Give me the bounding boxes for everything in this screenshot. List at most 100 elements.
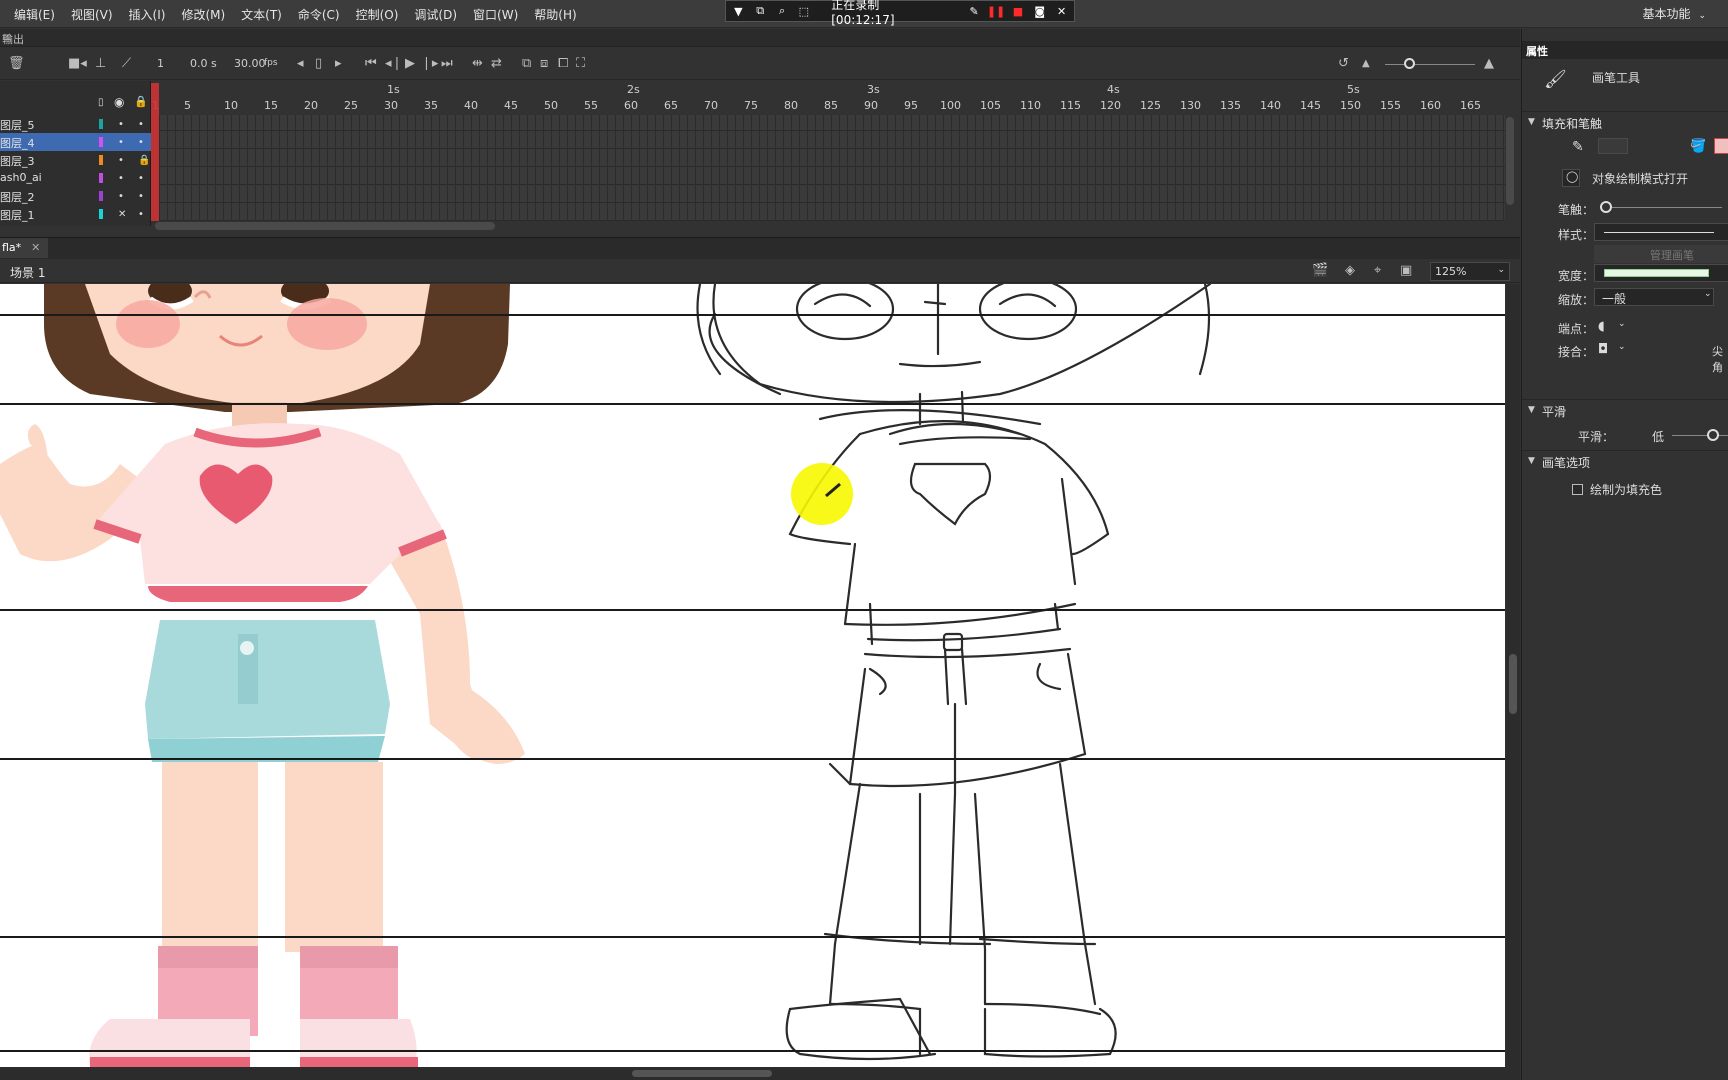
timeline-vertical-scrollbar[interactable] bbox=[1506, 117, 1514, 205]
layer-row[interactable]: ash0_ai • • bbox=[0, 169, 151, 187]
smooth-section[interactable]: ▼ 平滑 bbox=[1522, 399, 1728, 421]
visibility-dot-icon[interactable]: • bbox=[118, 191, 124, 202]
menu-text[interactable]: 文本(T) bbox=[233, 6, 290, 23]
lock-dot-icon[interactable]: • bbox=[138, 173, 144, 184]
stroke-color-swatch[interactable] bbox=[1598, 138, 1628, 154]
modify-markers-icon[interactable]: ⛶ bbox=[576, 56, 585, 71]
fill-color-checkbox[interactable] bbox=[1572, 484, 1583, 495]
small-frames-icon[interactable]: ▲ bbox=[1362, 58, 1370, 69]
layer-row[interactable]: 图层_4 • • bbox=[0, 133, 151, 151]
layer-name[interactable]: 图层_5 bbox=[0, 117, 35, 133]
stroke-slider[interactable] bbox=[1602, 207, 1722, 208]
large-frames-icon[interactable]: ▲ bbox=[1484, 56, 1494, 71]
layer-row[interactable]: 图层_3 • 🔒 bbox=[0, 151, 151, 169]
workspace-switcher[interactable]: 基本功能 ⌄ bbox=[1642, 0, 1706, 28]
next-keyframe-icon[interactable]: ▸ bbox=[335, 56, 342, 71]
edit-multiple-frames-icon[interactable]: ⧠ bbox=[558, 56, 568, 71]
clapper-icon[interactable]: 🎬 bbox=[1312, 263, 1328, 278]
dropdown-arrow-icon[interactable]: ▼ bbox=[732, 5, 745, 18]
pencil-stroke-icon[interactable]: ✎ bbox=[1572, 139, 1584, 155]
layer-row[interactable]: 图层_2 • • bbox=[0, 187, 151, 205]
properties-tab[interactable]: 属性 bbox=[1526, 43, 1548, 59]
fill-stroke-section[interactable]: ▼ 填充和笔触 bbox=[1522, 111, 1728, 133]
layer-name[interactable]: 图层_4 bbox=[0, 135, 35, 151]
document-tab[interactable]: fla* ✕ bbox=[0, 238, 49, 258]
menu-edit[interactable]: 编辑(E) bbox=[6, 6, 63, 23]
layer-name[interactable]: 图层_2 bbox=[0, 189, 35, 205]
frame-ruler[interactable]: 1s2s3s4s5s151015202530354045505560657075… bbox=[151, 81, 1520, 115]
panel-menu-icon[interactable]: ≡ bbox=[2, 30, 1518, 44]
frame-grid[interactable] bbox=[159, 115, 1505, 221]
onion-skin-icon[interactable]: ⧉ bbox=[522, 56, 531, 71]
current-time[interactable]: 0.0 s bbox=[190, 57, 217, 70]
menu-help[interactable]: 帮助(H) bbox=[526, 6, 584, 23]
stroke-slider-knob[interactable] bbox=[1600, 201, 1612, 213]
go-to-last-icon[interactable]: ⏭ bbox=[441, 56, 453, 71]
window-restore-icon[interactable]: ⧉ bbox=[754, 4, 767, 18]
play-icon[interactable]: ▶ bbox=[405, 56, 415, 71]
menu-debug[interactable]: 调试(D) bbox=[406, 6, 465, 23]
smooth-slider-knob[interactable] bbox=[1707, 429, 1719, 441]
scroll-thumb[interactable] bbox=[1509, 654, 1517, 714]
scroll-thumb[interactable] bbox=[632, 1070, 772, 1077]
highlight-all-icon[interactable]: ▯ bbox=[98, 97, 104, 108]
layer-name[interactable]: 图层_1 bbox=[0, 207, 35, 223]
hidden-icon[interactable]: ✕ bbox=[118, 209, 126, 220]
lock-dot-icon[interactable]: • bbox=[138, 119, 144, 130]
chevron-down-icon[interactable]: ⌄ bbox=[1618, 342, 1626, 352]
stage-horizontal-scrollbar[interactable] bbox=[0, 1067, 1520, 1080]
layer-name[interactable]: ash0_ai bbox=[0, 171, 42, 184]
fill-color-swatch[interactable] bbox=[1714, 138, 1728, 154]
scene-label[interactable]: 场景 1 bbox=[10, 264, 45, 281]
camera-layer-icon[interactable]: ■◂ bbox=[68, 56, 87, 71]
step-forward-icon[interactable]: ❘▸ bbox=[421, 56, 438, 71]
pen-icon[interactable]: ✎ bbox=[968, 5, 981, 18]
menu-modify[interactable]: 修改(M) bbox=[173, 6, 233, 23]
menu-control[interactable]: 控制(O) bbox=[348, 6, 407, 23]
layer-color-swatch[interactable] bbox=[99, 137, 103, 147]
menu-commands[interactable]: 命令(C) bbox=[290, 6, 348, 23]
timeline-horizontal-scrollbar[interactable] bbox=[155, 222, 495, 230]
menu-view[interactable]: 视图(V) bbox=[63, 6, 121, 23]
layer-color-swatch[interactable] bbox=[99, 209, 103, 219]
step-back-icon[interactable]: ◂❘ bbox=[385, 56, 402, 71]
menu-window[interactable]: 窗口(W) bbox=[465, 6, 526, 23]
symbol-icon[interactable]: ◈ bbox=[1345, 263, 1355, 278]
go-to-first-icon[interactable]: ⏮ bbox=[365, 56, 377, 71]
playhead[interactable] bbox=[151, 83, 159, 221]
layer-color-swatch[interactable] bbox=[99, 155, 103, 165]
visibility-dot-icon[interactable]: • bbox=[118, 173, 124, 184]
lock-dot-icon[interactable]: • bbox=[138, 209, 144, 220]
brush-options-section[interactable]: ▼ 画笔选项 bbox=[1522, 450, 1728, 472]
onion-outline-icon[interactable]: ⧈ bbox=[540, 56, 548, 71]
parent-view-icon[interactable]: ⊥ bbox=[95, 56, 106, 71]
close-tab-icon[interactable]: ✕ bbox=[31, 241, 40, 254]
loop-icon[interactable]: ⇄ bbox=[491, 56, 502, 71]
zoom-select[interactable]: 125% ⌄ bbox=[1430, 262, 1510, 281]
center-stage-icon[interactable]: ⌖ bbox=[1374, 263, 1381, 278]
trash-icon[interactable]: 🗑 bbox=[8, 56, 25, 71]
layer-row[interactable]: 图层_5 • • bbox=[0, 115, 151, 133]
region-select-icon[interactable]: ⬚ bbox=[797, 5, 810, 18]
layer-color-swatch[interactable] bbox=[99, 173, 103, 183]
close-icon[interactable]: ✕ bbox=[1055, 5, 1068, 18]
paint-bucket-icon[interactable]: 🪣 bbox=[1690, 139, 1706, 154]
stage-canvas[interactable] bbox=[0, 284, 1505, 1067]
lock-icon[interactable]: 🔒 bbox=[138, 155, 150, 166]
layer-name[interactable]: 图层_3 bbox=[0, 153, 35, 169]
frame-size-knob[interactable] bbox=[1404, 58, 1415, 69]
frame-size-slider[interactable] bbox=[1385, 64, 1475, 65]
layer-color-swatch[interactable] bbox=[99, 191, 103, 201]
camera-icon[interactable]: ◙ bbox=[1033, 5, 1046, 18]
lock-dot-icon[interactable]: • bbox=[138, 191, 144, 202]
visibility-dot-icon[interactable]: • bbox=[118, 137, 124, 148]
prev-keyframe-icon[interactable]: ◂ bbox=[297, 56, 304, 71]
stop-icon[interactable]: ■ bbox=[1012, 5, 1025, 18]
fps-value[interactable]: 30.00 bbox=[234, 57, 266, 70]
smooth-slider[interactable] bbox=[1672, 435, 1728, 436]
eye-icon[interactable]: ◉ bbox=[114, 95, 124, 109]
chevron-down-icon[interactable]: ⌄ bbox=[1618, 319, 1626, 329]
visibility-dot-icon[interactable]: • bbox=[118, 155, 124, 166]
center-frame-icon[interactable]: ⇹ bbox=[472, 56, 483, 71]
layer-row[interactable]: 图层_1 ✕ • bbox=[0, 205, 151, 223]
